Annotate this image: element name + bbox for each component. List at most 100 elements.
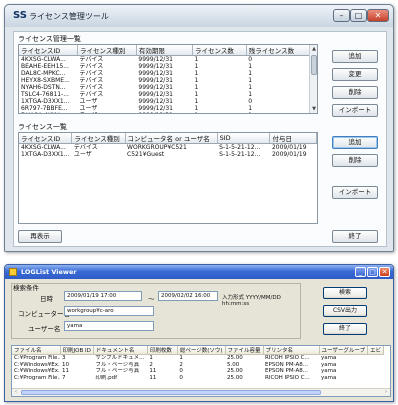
table-cell: NYAH6-DSTN... [21,84,66,91]
exit-button[interactable]: 終了 [323,323,367,335]
table-cell: C:¥Program File... [14,374,60,381]
user-name-field[interactable]: yama [64,321,154,331]
scroll-thumb[interactable] [311,55,317,75]
table-cell: 6R797-7BBFE... [21,105,68,112]
column-header[interactable]: 付与日 [269,133,317,144]
add-assignment-button[interactable]: 追加 [332,136,378,149]
date-to-field[interactable]: 2009/02/02 16:00 [158,291,218,301]
computer-name-field[interactable]: workgroup¥c-aro [64,306,154,316]
column-header[interactable]: 有効期限 [136,45,194,56]
log-horizontal-scrollbar[interactable]: ‹ › [12,388,390,396]
scroll-right-icon[interactable]: › [382,389,390,396]
column-header[interactable]: エビ [367,346,385,355]
maximize-button[interactable]: □ [350,9,367,22]
table-row[interactable]: NYAH6-DSTN... デバイス 9999/12/31 1 1 [19,84,317,91]
column-header[interactable]: 総ページ数(ソウ) [177,346,226,355]
app-icon [9,268,17,276]
scroll-thumb[interactable] [21,390,321,395]
table-cell: 1 [248,84,253,91]
table-cell: 1 [246,112,316,113]
scroll-up-icon[interactable]: ▲ [311,46,317,52]
table-cell: 0 [248,56,253,63]
table-row[interactable]: C:¥Program File... 3 サンプルドキュメ... 1 1 25.00 RIC… [12,355,384,362]
table-cell: 1 [248,91,253,98]
column-header[interactable]: ライセンスID [19,133,73,144]
assigned-list-label: ライセンス一覧 [18,123,67,131]
assigned-list-grid[interactable]: ライセンスID ライセンス種別 コンピュータ名 or ユーザ名 SID 付与日 4KXS… [18,132,318,224]
column-header[interactable]: ライセンス数 [192,45,247,56]
import-assignment-button[interactable]: インポート [332,186,378,199]
column-header[interactable]: ライセンス種別 [71,133,126,144]
column-header[interactable]: プリンタ名 [263,346,320,355]
search-button[interactable]: 検索 [323,287,367,299]
column-header[interactable]: ユーザーグループ [319,346,369,355]
csv-export-button[interactable]: CSV出力 [323,305,367,317]
column-header[interactable]: 残ライセンス数 [246,45,317,56]
table-row[interactable]: HEYX8-SXBME... デバイス 9999/12/31 1 1 [19,77,317,84]
table-row[interactable]: C:¥Program File... 7 印刷.pdf 11 0 25.00 RICOH I… [12,375,384,382]
table-cell: DAL8C-MPKC... [21,70,66,77]
input-format-hint: 入力形式 YYYY/MM/DD hh:mm:ss [222,295,281,307]
table-row[interactable]: 1XTGA-D3XX1... ユーザ 9999/12/31 1 0 [19,98,317,105]
delete-license-button[interactable]: 削除 [332,86,378,99]
title-bar[interactable]: SS ライセンス管理ツール – □ ✕ [5,5,393,27]
scroll-down-icon[interactable]: ▼ [311,106,317,112]
delete-assignment-button[interactable]: 削除 [332,154,378,167]
log-list-grid[interactable]: ファイル名 印刷JOB ID ドキュメント名 印刷枚数 総ページ数(ソウ) ファイル容量プ… [11,345,391,397]
table-row[interactable]: 1XTGA-D3XX1... ユーザ C521¥Guest S-1-5-21-12..… [19,151,317,158]
date-label: 日時 [40,295,53,303]
add-license-button[interactable]: 追加 [332,50,378,63]
table-cell: 2009/01/19 [271,151,307,158]
table-cell: yama [321,374,337,381]
log-list-table: ファイル名 印刷JOB ID ドキュメント名 印刷枚数 総ページ数(ソウ) ファイル容量プ… [12,346,385,382]
column-header[interactable]: ファイル容量 [225,346,264,355]
table-cell: 1 [248,70,253,77]
table-cell: 7 [62,374,66,381]
exit-button[interactable]: 終了 [332,230,378,243]
table-row[interactable]: 4KXSG-CLWA... デバイス WORKGROUP¥C521 S-1-5-21-… [19,144,317,152]
license-list-scrollbar[interactable]: ▲ ▼ [309,45,317,113]
date-range-tilde: ～ [148,295,155,303]
table-row[interactable]: 6R797-7BBFE... ユーザ 9999/12/31 1 1 [19,105,317,112]
column-header[interactable]: 印刷枚数 [147,346,178,355]
column-header[interactable]: ドキュメント名 [93,346,148,355]
column-header[interactable]: ライセンス種別 [77,45,137,56]
column-header[interactable]: コンピュータ名 or ユーザ名 [125,133,218,144]
column-header[interactable]: ライセンスID [19,45,78,56]
column-header[interactable]: ファイル名 [12,346,61,355]
table-cell: ユーザ [73,151,92,158]
computer-name-label: コンピューター名 [18,310,70,318]
minimize-button[interactable]: – [333,9,350,22]
license-list-grid[interactable]: ライセンスID ライセンス種別 有効期限 ライセンス数 残ライセンス数 4KXSG-CL… [18,44,318,114]
table-cell: 1 [149,355,153,361]
maximize-button[interactable]: □ [367,267,378,277]
date-from-field[interactable]: 2009/01/19 17:00 [64,291,142,301]
column-header[interactable]: SID [217,133,271,144]
table-cell: 0 [179,374,183,381]
table-row[interactable]: DAL8C-MPKC... デバイス 9999/12/31 1 1 [19,70,317,77]
table-cell: ユーザ [79,98,98,105]
table-cell: 1XTGA-D3XX1... [21,98,70,105]
table-cell: HEYX8-SXBME... [21,77,70,84]
close-button[interactable]: ✕ [367,9,389,22]
column-header[interactable]: 印刷JOB ID [60,346,94,355]
refresh-button[interactable]: 再表示 [18,230,62,243]
table-cell: 9999/12/31 [138,84,173,91]
change-license-button[interactable]: 変更 [332,68,378,81]
table-row[interactable]: BEAHE-EEH15... デバイス 9999/12/31 1 1 [19,63,317,70]
minimize-button[interactable]: _ [355,267,366,277]
table-cell: 2009/01/19 [271,144,307,151]
table-cell: 印刷.pdf [95,374,118,381]
table-cell: WORKGROUP¥C521 [127,144,187,151]
table-cell: 9999/12/31 [136,112,192,113]
table-row[interactable]: TSLC4-76811-... デバイス 9999/12/31 1 1 [19,91,317,98]
close-button[interactable]: ✕ [379,267,390,277]
table-row[interactable]: DUASA-4KYV...ユーザ9999/12/3111 [19,112,317,113]
table-row[interactable]: 4KXSG-CLWA... デバイス 9999/12/31 1 0 [19,56,317,64]
log-title-bar[interactable]: LOGList Viewer _ □ ✕ [5,265,393,279]
scroll-left-icon[interactable]: ‹ [12,389,20,396]
table-cell: DUASA-4KYV... [19,112,77,113]
user-name-label: ユーザー名 [28,325,61,333]
table-cell: 11 [149,374,157,381]
import-license-button[interactable]: インポート [332,104,378,117]
